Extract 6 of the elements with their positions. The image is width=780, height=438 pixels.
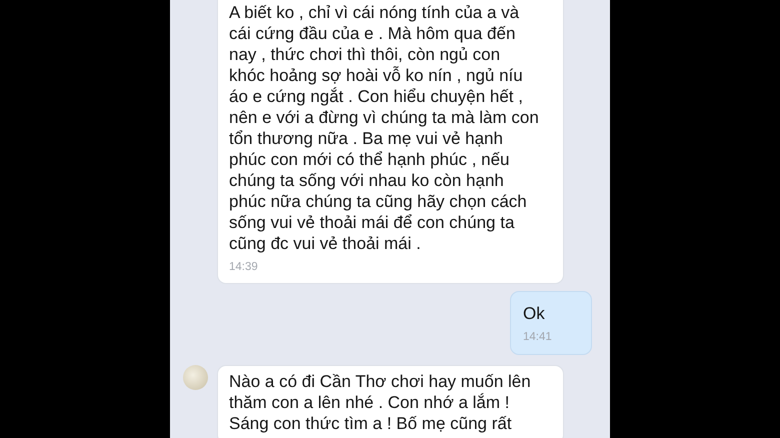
avatar[interactable] — [183, 365, 208, 390]
message-text: A biết ko , chỉ vì cái nóng tính của a và cái cứng đầu của e . Mà hôm qua đến nay , thức chơi thì thôi, còn ngủ con khóc hoảng sợ hoài vỗ ko nín , ngủ níu áo e cứng ngắt . Con hiểu chuyện hết , nên e với a đừng vì chúng ta mà làm con tổn thương nữa . Ba mẹ vui vẻ hạnh phúc con mới có thể hạnh phúc , nếu chúng ta sống với nhau ko còn hạnh phúc nữa chúng ta cũng hãy chọn cách sống vui vẻ thoải mái để con chúng ta cũng đc vui vẻ thoải mái . — [229, 2, 539, 254]
message-text: Nào a có đi Cần Thơ chơi hay muốn lên thăm con a lên nhé . Con nhớ a lắm ! Sáng con thức tìm a ! Bố mẹ cũng rất — [229, 371, 531, 434]
message-text: Ok — [523, 303, 545, 324]
message-time: 14:41 — [523, 330, 552, 344]
message-time: 14:39 — [229, 260, 258, 274]
